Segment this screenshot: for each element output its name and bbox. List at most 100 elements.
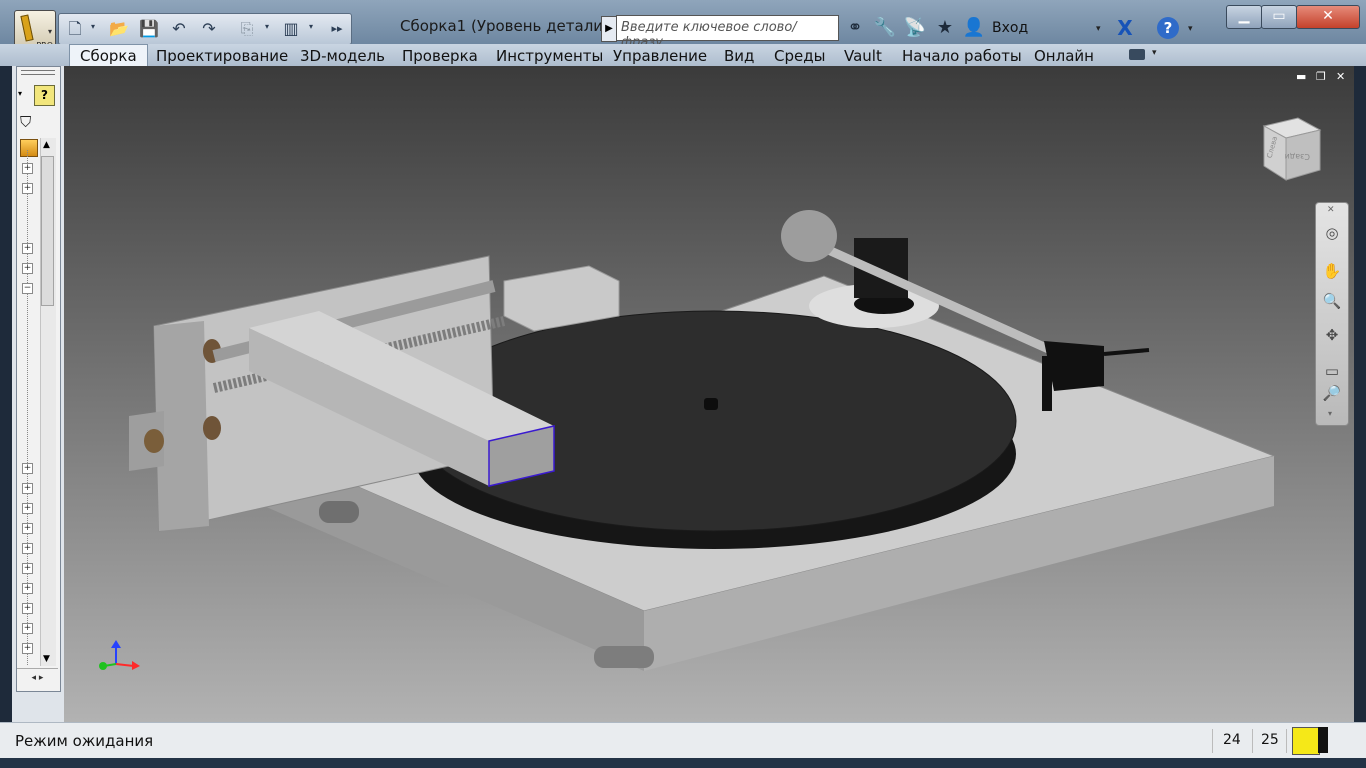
tab-get-started[interactable]: Начало работы — [902, 46, 1022, 66]
scroll-down-icon[interactable]: ▼ — [43, 654, 50, 664]
close-button[interactable]: ✕ — [1296, 5, 1360, 29]
browser-horizontal-scrollbar[interactable]: ◂ ▸ — [17, 668, 58, 687]
login-button[interactable]: Вход — [992, 20, 1028, 36]
browser-scroll-thumb[interactable] — [41, 156, 54, 306]
tree-expand-icon[interactable]: + — [22, 623, 33, 634]
zoom-icon[interactable]: 🔍 — [1322, 291, 1342, 311]
bearing — [203, 416, 221, 440]
new-dropdown-icon[interactable]: ▾ — [91, 22, 95, 31]
ribbon-minimize-icon[interactable] — [1129, 49, 1145, 60]
maximize-button[interactable]: ▭ — [1261, 5, 1297, 29]
pan-hand-icon[interactable]: ✋ — [1322, 261, 1342, 281]
tree-expand-icon[interactable]: + — [22, 643, 33, 654]
assembly-root-icon[interactable] — [20, 139, 38, 157]
x-axis — [115, 663, 135, 667]
ribbon-tab-bar: Сборка Проектирование 3D-модель Проверка… — [0, 44, 1366, 67]
login-dropdown-icon[interactable]: ▾ — [1096, 24, 1101, 34]
tree-expand-icon[interactable]: + — [22, 503, 33, 514]
help-question-icon[interactable]: ? — [34, 85, 55, 106]
headshell — [1044, 341, 1104, 391]
view-cube[interactable]: Слева Сзади — [1258, 116, 1328, 186]
tab-assembly[interactable]: Сборка — [69, 44, 148, 67]
tree-expand-icon[interactable]: + — [22, 183, 33, 194]
z-axis-arrow — [111, 640, 121, 648]
graphics-viewport[interactable]: ▬ ❐ ✕ Слева Сзади ✕ ◎ ✋ 🔍 ✥ ▭ 🔎 ▾ — [64, 66, 1354, 722]
appearance-icon[interactable]: ▥ — [279, 18, 303, 40]
tab-design[interactable]: Проектирование — [156, 46, 288, 66]
arm-rest — [1042, 356, 1052, 411]
user-icon[interactable]: 👤 — [962, 16, 986, 40]
status-divider — [1212, 729, 1213, 753]
tools-icon[interactable]: 🔧 — [873, 16, 897, 40]
steering-wheel-icon[interactable]: ◎ — [1322, 223, 1342, 243]
save-icon[interactable]: 💾 — [137, 18, 161, 40]
more-tools-icon[interactable]: ▸▸ — [325, 18, 349, 40]
tree-expand-icon[interactable]: + — [22, 583, 33, 594]
assembly-model[interactable] — [64, 66, 1354, 722]
tree-expand-icon[interactable]: + — [22, 603, 33, 614]
navigation-bar: ✕ ◎ ✋ 🔍 ✥ ▭ 🔎 ▾ — [1315, 202, 1349, 426]
foot — [594, 646, 654, 668]
satellite-icon[interactable]: 📡 — [903, 16, 927, 40]
tab-inspect[interactable]: Проверка — [402, 46, 478, 66]
tree-expand-icon[interactable]: + — [22, 563, 33, 574]
tree-expand-icon[interactable]: + — [22, 263, 33, 274]
tab-vault[interactable]: Vault — [844, 46, 882, 66]
memory-indicator — [1292, 727, 1320, 755]
document-title: Сборка1 (Уровень детализ... — [400, 17, 626, 35]
search-input[interactable]: Введите ключевое слово/фразу — [616, 15, 839, 50]
return-icon[interactable]: ⎘ — [235, 18, 259, 40]
browser-menu-dropdown-icon[interactable]: ▾ — [18, 89, 22, 98]
favorites-star-icon[interactable]: ★ — [933, 16, 957, 40]
chevron-down-icon: ▾ — [47, 27, 52, 36]
appearance-dropdown-icon[interactable]: ▾ — [309, 22, 313, 31]
counterweight — [781, 210, 837, 262]
tree-expand-icon[interactable]: + — [22, 523, 33, 534]
minimize-button[interactable]: ▁ — [1226, 5, 1262, 29]
redo-icon[interactable]: ↷ — [197, 18, 221, 40]
tree-expand-icon[interactable]: + — [22, 243, 33, 254]
tree-expand-icon[interactable]: + — [22, 483, 33, 494]
binoculars-icon[interactable]: ⚭ — [843, 16, 867, 40]
memory-indicator-used — [1318, 727, 1328, 753]
inventor-logo-icon — [20, 14, 34, 42]
tab-view[interactable]: Вид — [724, 46, 754, 66]
tab-manage[interactable]: Управление — [613, 46, 707, 66]
os-taskbar-strip — [0, 758, 1366, 768]
help-button[interactable]: ? — [1157, 17, 1179, 39]
navbar-close-icon[interactable]: ✕ — [1327, 205, 1335, 215]
new-file-icon[interactable]: 🗋 — [63, 18, 87, 40]
finger-lift — [1103, 348, 1150, 356]
help-dropdown-icon[interactable]: ▾ — [1188, 24, 1193, 34]
status-divider — [1252, 729, 1253, 753]
bearing — [144, 429, 164, 453]
y-axis-arrow — [99, 662, 107, 670]
scroll-up-icon[interactable]: ▲ — [43, 140, 50, 150]
look-at-icon[interactable]: ▭ — [1322, 361, 1342, 381]
tree-collapse-icon[interactable]: − — [22, 283, 33, 294]
search-expand-icon[interactable]: ▶ — [601, 16, 617, 42]
open-documents-count: 25 — [1261, 732, 1279, 748]
open-folder-icon[interactable]: 📂 — [107, 18, 131, 40]
filter-icon[interactable]: ⛉ — [20, 113, 31, 131]
status-bar: Режим ожидания 24 25 — [0, 722, 1366, 759]
tree-expand-icon[interactable]: + — [22, 163, 33, 174]
tree-expand-icon[interactable]: + — [22, 463, 33, 474]
tab-tools[interactable]: Инструменты — [496, 46, 603, 66]
return-dropdown-icon[interactable]: ▾ — [265, 22, 269, 31]
zoom-all-icon[interactable]: 🔎 — [1322, 383, 1342, 403]
ribbon-options-dropdown-icon[interactable]: ▾ — [1152, 48, 1157, 58]
undo-icon[interactable]: ↶ — [167, 18, 191, 40]
view-cube-face-label: Сзади — [1285, 152, 1310, 161]
quick-access-toolbar: 🗋 ▾ 📂 💾 ↶ ↷ ⎘ ▾ ▥ ▾ ▸▸ — [58, 13, 352, 45]
tree-expand-icon[interactable]: + — [22, 543, 33, 554]
exchange-apps-icon[interactable]: X — [1112, 16, 1138, 40]
x-axis-arrow — [132, 661, 140, 670]
orbit-icon[interactable]: ✥ — [1322, 325, 1342, 345]
navbar-customize-icon[interactable]: ▾ — [1328, 409, 1332, 418]
status-text: Режим ожидания — [15, 732, 154, 750]
tab-online[interactable]: Онлайн — [1034, 46, 1094, 66]
tab-environments[interactable]: Среды — [774, 46, 825, 66]
tab-3d-model[interactable]: 3D-модель — [300, 46, 385, 66]
panel-grip[interactable] — [21, 70, 55, 75]
